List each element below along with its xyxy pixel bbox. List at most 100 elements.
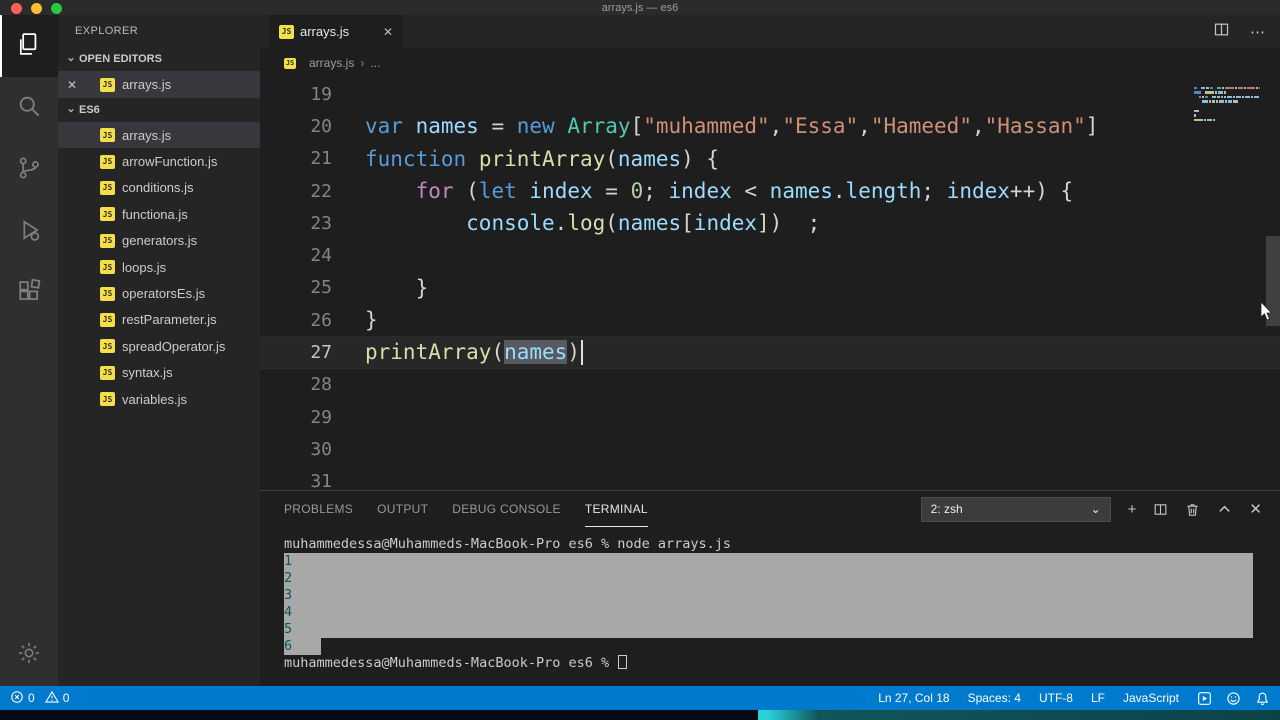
status-indentation[interactable]: Spaces: 4: [968, 691, 1021, 705]
status-line-col[interactable]: Ln 27, Col 18: [878, 691, 949, 705]
open-editors-section-header[interactable]: ⌄ OPEN EDITORS: [58, 47, 260, 71]
file-item-spreadOperator.js[interactable]: JS spreadOperator.js: [58, 333, 260, 359]
minimap-line: [1194, 82, 1260, 85]
run-debug-icon: [15, 216, 43, 249]
file-item-arrowFunction.js[interactable]: JS arrowFunction.js: [58, 148, 260, 174]
file-item-conditions.js[interactable]: JS conditions.js: [58, 175, 260, 201]
code-line-30[interactable]: 30: [260, 433, 1280, 465]
js-file-icon: JS: [279, 24, 294, 39]
file-item-variables.js[interactable]: JS variables.js: [58, 386, 260, 412]
feedback-smiley-icon[interactable]: [1226, 691, 1241, 706]
status-language[interactable]: JavaScript: [1123, 691, 1179, 705]
code-line-29[interactable]: 29: [260, 401, 1280, 433]
terminal-shell-select[interactable]: 2: zsh ⌄: [920, 496, 1111, 522]
code-text: function printArray(names) {: [365, 146, 720, 171]
code-line-21[interactable]: 21 function printArray(names) {: [260, 143, 1280, 175]
minimap-line: [1194, 91, 1260, 94]
minimap-line: [1194, 109, 1260, 113]
line-number: 31: [310, 471, 332, 490]
minimap[interactable]: [1194, 82, 1260, 142]
terminal-content[interactable]: muhammedessa@Muhammeds-MacBook-Pro es6 %…: [260, 527, 1280, 686]
run-box-icon[interactable]: [1197, 691, 1212, 706]
file-item-syntax.js[interactable]: JS syntax.js: [58, 360, 260, 386]
window-titlebar: arrays.js — es6: [0, 0, 1280, 15]
bottom-strip-left: [0, 710, 758, 720]
window-title: arrays.js — es6: [601, 2, 679, 14]
split-terminal-icon[interactable]: [1153, 502, 1168, 517]
code-line-22[interactable]: 22 for (let index = 0; index < names.len…: [260, 175, 1280, 207]
code-line-31[interactable]: 31: [260, 466, 1280, 490]
panel-tab-output[interactable]: OUTPUT: [377, 491, 428, 527]
line-number: 21: [310, 148, 332, 170]
file-name: restParameter.js: [122, 312, 217, 328]
breadcrumb[interactable]: JS arrays.js › ...: [260, 48, 1280, 78]
shell-select-value: 2: zsh: [930, 502, 963, 516]
notifications-bell-icon[interactable]: [1255, 691, 1270, 706]
panel-tab-terminal[interactable]: TERMINAL: [584, 491, 648, 527]
activity-search-button[interactable]: [0, 77, 58, 139]
open-editor-item-arrays[interactable]: ✕ JS arrays.js: [58, 71, 260, 98]
zoom-window-button[interactable]: [51, 3, 62, 14]
code-text: }: [365, 275, 429, 300]
minimize-window-button[interactable]: [31, 3, 42, 14]
terminal-line: 3: [284, 587, 1253, 604]
tab-close-icon[interactable]: ✕: [383, 25, 393, 39]
breadcrumb-symbol[interactable]: ...: [370, 56, 380, 70]
code-line-26[interactable]: 26}: [260, 304, 1280, 336]
more-actions-icon[interactable]: ⋯: [1250, 23, 1266, 41]
activity-extensions-button[interactable]: [0, 263, 58, 325]
status-encoding[interactable]: UTF-8: [1039, 691, 1073, 705]
minimap-line: [1194, 105, 1260, 108]
new-terminal-icon[interactable]: +: [1128, 501, 1137, 518]
sidebar-title: EXPLORER: [75, 25, 139, 37]
file-item-restParameter.js[interactable]: JS restParameter.js: [58, 307, 260, 333]
code-line-23[interactable]: 23 console.log(names[index]) ;: [260, 207, 1280, 239]
status-right-items: Ln 27, Col 18 Spaces: 4 UTF-8 LF JavaScript: [878, 686, 1179, 710]
code-line-19[interactable]: 19: [260, 78, 1280, 110]
search-icon: [15, 92, 43, 125]
kill-terminal-trash-icon[interactable]: [1185, 502, 1200, 517]
js-file-icon: JS: [100, 77, 115, 92]
code-line-28[interactable]: 28: [260, 369, 1280, 401]
activity-explorer-button[interactable]: [0, 15, 58, 77]
tab-arrays-js[interactable]: JS arrays.js ✕: [270, 15, 402, 48]
bottom-strip: [0, 710, 1280, 720]
activity-source-control-button[interactable]: [0, 139, 58, 201]
code-line-27[interactable]: 27 printArray(names): [260, 336, 1280, 369]
close-window-button[interactable]: [11, 3, 22, 14]
code-line-20[interactable]: 20 var names = new Array["muhammed","Essa…: [260, 110, 1280, 142]
code-line-25[interactable]: 25 }: [260, 272, 1280, 304]
editor-group: JS arrays.js ✕ ⋯ JS arrays.js › ... 19 20…: [260, 15, 1280, 686]
file-item-arrays.js[interactable]: JS arrays.js: [58, 122, 260, 149]
js-file-icon: JS: [100, 128, 115, 143]
file-name: operatorsEs.js: [122, 286, 206, 302]
file-item-operatorsEs.js[interactable]: JS operatorsEs.js: [58, 280, 260, 306]
js-file-icon: JS: [100, 154, 115, 169]
terminal-line: 5: [284, 621, 1253, 638]
activity-run-debug-button[interactable]: [0, 201, 58, 263]
maximize-panel-icon[interactable]: [1217, 502, 1232, 517]
minimap-line: [1194, 118, 1260, 122]
settings-button[interactable]: [0, 624, 58, 686]
close-panel-icon[interactable]: ✕: [1249, 500, 1262, 518]
code-lines: 19 20 var names = new Array["muhammed","Es…: [260, 78, 1280, 490]
file-name: spreadOperator.js: [122, 338, 226, 354]
terminal-line[interactable]: muhammedessa@Muhammeds-MacBook-Pro es6 %: [284, 655, 1280, 672]
breadcrumb-file[interactable]: arrays.js: [309, 56, 354, 70]
file-item-functiona.js[interactable]: JS functiona.js: [58, 201, 260, 227]
problems-status[interactable]: 0 0: [10, 690, 69, 707]
code-editor[interactable]: 19 20 var names = new Array["muhammed","Es…: [260, 78, 1280, 490]
file-name: generators.js: [122, 233, 198, 249]
bottom-strip-right: [758, 710, 1280, 720]
folder-section-header[interactable]: ⌄ ES6: [58, 98, 260, 122]
line-number: 26: [310, 309, 332, 331]
status-eol[interactable]: LF: [1091, 691, 1105, 705]
split-editor-icon[interactable]: [1213, 21, 1230, 43]
panel-tab-problems[interactable]: PROBLEMS: [284, 491, 353, 527]
file-item-generators.js[interactable]: JS generators.js: [58, 228, 260, 254]
js-file-icon: JS: [284, 57, 296, 69]
close-icon[interactable]: ✕: [64, 78, 80, 92]
panel-tab-debug-console[interactable]: DEBUG CONSOLE: [452, 491, 561, 527]
code-line-24[interactable]: 24: [260, 239, 1280, 271]
file-item-loops.js[interactable]: JS loops.js: [58, 254, 260, 280]
